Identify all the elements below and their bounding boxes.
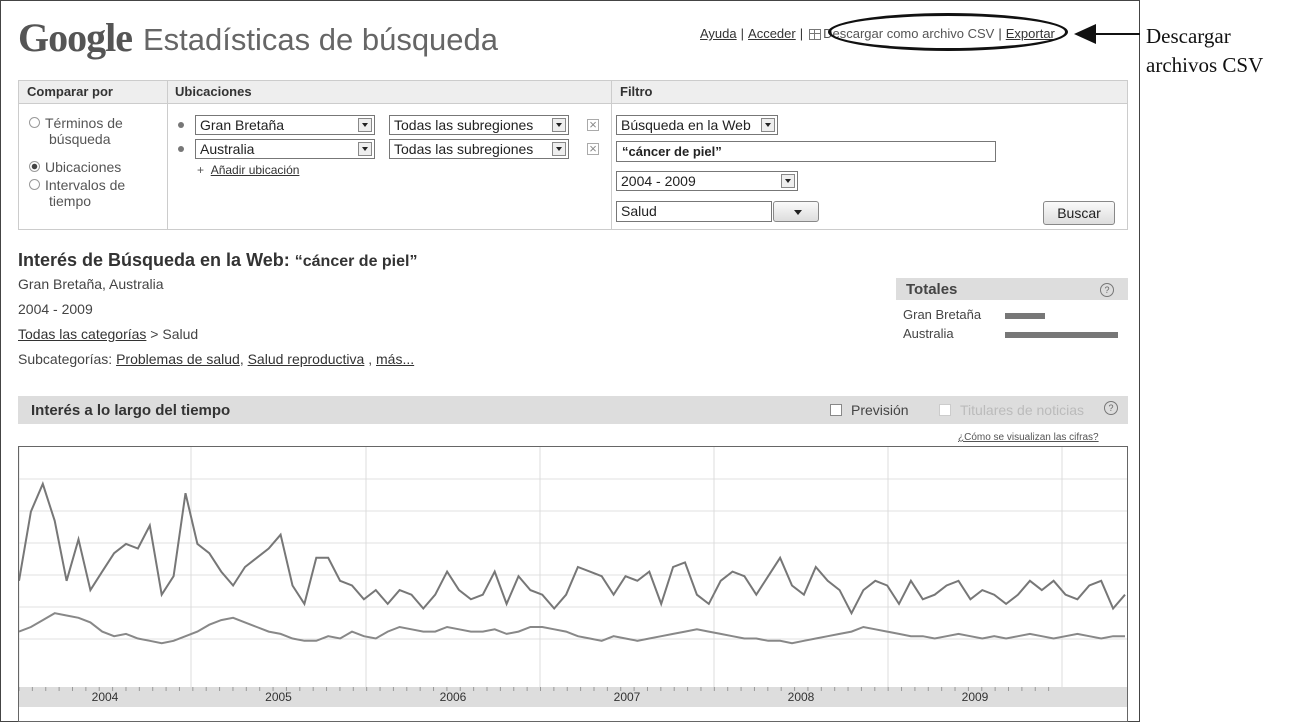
results-title-prefix: Interés de Búsqueda en la Web:: [18, 250, 290, 270]
select-value: Todas las subregiones: [394, 117, 534, 133]
x-tick-label: 2008: [788, 690, 815, 704]
sign-in-link[interactable]: Acceder: [748, 26, 796, 41]
remove-location-2-icon[interactable]: ×: [587, 142, 599, 155]
query-input[interactable]: “cáncer de piel”: [616, 141, 996, 162]
news-checkbox[interactable]: [939, 404, 951, 416]
radio-label: Ubicaciones: [45, 159, 122, 175]
filter-panel: Comparar por Ubicaciones Filtro Términos…: [18, 80, 1128, 230]
news-label: Titulares de noticias: [960, 402, 1084, 418]
annotation-arrow: [1092, 33, 1140, 35]
totals-au-bar: [1005, 332, 1118, 338]
dropdown-arrow-icon: [358, 142, 372, 156]
divider: [611, 81, 612, 229]
search-button[interactable]: Buscar: [1043, 201, 1115, 225]
all-categories-link[interactable]: Todas las categorías: [18, 326, 146, 342]
radio-icon[interactable]: [29, 117, 40, 128]
how-numbers-link[interactable]: ¿Cómo se visualizan las cifras?: [958, 432, 1099, 443]
totals-gb-bar: [1005, 313, 1045, 319]
radio-locations[interactable]: Ubicaciones: [29, 159, 121, 175]
search-type-select[interactable]: Búsqueda en la Web: [616, 115, 778, 135]
breadcrumb-current: Salud: [162, 326, 199, 342]
divider: [167, 81, 168, 229]
category-select[interactable]: Salud: [616, 201, 772, 222]
chart-title: Interés a lo largo del tiempo: [31, 402, 231, 419]
forecast-checkbox[interactable]: [830, 404, 842, 416]
subregion-select-2[interactable]: Todas las subregiones: [389, 139, 569, 159]
google-logo[interactable]: Google: [18, 14, 133, 61]
select-value: Australia: [200, 141, 255, 157]
more-subcategories-link[interactable]: más...: [376, 351, 414, 367]
remove-location-1-icon[interactable]: ×: [587, 118, 599, 131]
bullet-icon: [178, 122, 184, 128]
compare-heading: Comparar por: [27, 84, 113, 99]
series-line: [19, 481, 1126, 616]
select-value: Todas las subregiones: [394, 141, 534, 157]
help-icon[interactable]: ?: [1100, 283, 1114, 297]
radio-label: búsqueda: [49, 131, 111, 147]
annotation-line-2: archivos CSV: [1146, 53, 1264, 77]
highlight-oval: [828, 13, 1068, 51]
filter-heading: Filtro: [620, 84, 653, 99]
add-location[interactable]: + Añadir ubicación: [197, 163, 299, 177]
results-title-query: “cáncer de piel”: [294, 253, 418, 270]
radio-search-terms[interactable]: Términos de búsqueda: [29, 115, 123, 147]
subcategories-label: Subcategorías:: [18, 351, 113, 367]
x-tick-label: 2005: [265, 690, 292, 704]
dropdown-arrow-icon: [761, 118, 775, 132]
subcategory-link[interactable]: Salud reproductiva: [248, 351, 365, 367]
radio-label: Intervalos de: [45, 177, 126, 193]
country-select-2[interactable]: Australia: [195, 139, 375, 159]
radio-label: tiempo: [49, 193, 92, 209]
forecast-label: Previsión: [851, 402, 909, 418]
help-link[interactable]: Ayuda: [700, 26, 737, 41]
dropdown-arrow-icon: [552, 118, 566, 132]
add-location-link[interactable]: Añadir ubicación: [211, 163, 300, 177]
dropdown-arrow-icon: [781, 174, 795, 188]
x-tick-label: 2007: [614, 690, 641, 704]
radio-selected-icon[interactable]: [29, 161, 40, 172]
radio-icon[interactable]: [29, 179, 40, 190]
radio-time-ranges[interactable]: Intervalos de tiempo: [29, 177, 125, 209]
help-icon[interactable]: ?: [1104, 401, 1118, 415]
results-title: Interés de Búsqueda en la Web: “cáncer d…: [18, 250, 417, 271]
select-value: Búsqueda en la Web: [621, 117, 751, 133]
select-value: Gran Bretaña: [200, 117, 285, 133]
date-range-select[interactable]: 2004 - 2009: [616, 171, 798, 191]
category-breadcrumb: Todas las categorías > Salud: [18, 326, 198, 342]
subcategory-link[interactable]: Problemas de salud: [116, 351, 240, 367]
totals-au-label: Australia: [903, 326, 954, 341]
annotation-line-1: Descargar: [1146, 24, 1231, 48]
results-dates: 2004 - 2009: [18, 301, 93, 317]
app-title: Estadísticas de búsqueda: [143, 22, 499, 57]
breadcrumb-separator: >: [150, 326, 159, 342]
select-value: 2004 - 2009: [621, 173, 696, 189]
annotation-label: Descargar archivos CSV: [1146, 22, 1263, 80]
line-chart: 2004 2005 2006 2007 2008 2009: [19, 447, 1127, 707]
select-value: Salud: [621, 203, 657, 219]
category-dropdown-button[interactable]: [773, 201, 819, 222]
results-locations: Gran Bretaña, Australia: [18, 276, 164, 292]
spreadsheet-icon: [809, 29, 822, 41]
x-tick-label: 2006: [440, 690, 467, 704]
totals-gb-label: Gran Bretaña: [903, 307, 982, 322]
x-tick-label: 2009: [962, 690, 989, 704]
subregion-select-1[interactable]: Todas las subregiones: [389, 115, 569, 135]
bullet-icon: [178, 146, 184, 152]
totals-label: Totales: [906, 281, 958, 298]
dropdown-arrow-icon: [552, 142, 566, 156]
x-tick-label: 2004: [92, 690, 119, 704]
radio-label: Términos de: [45, 115, 123, 131]
country-select-1[interactable]: Gran Bretaña: [195, 115, 375, 135]
arrow-head-icon: [1074, 24, 1096, 44]
dropdown-arrow-icon: [358, 118, 372, 132]
plus-icon: +: [197, 163, 205, 177]
locations-heading: Ubicaciones: [175, 84, 252, 99]
subcategories: Subcategorías: Problemas de salud, Salud…: [18, 351, 415, 367]
